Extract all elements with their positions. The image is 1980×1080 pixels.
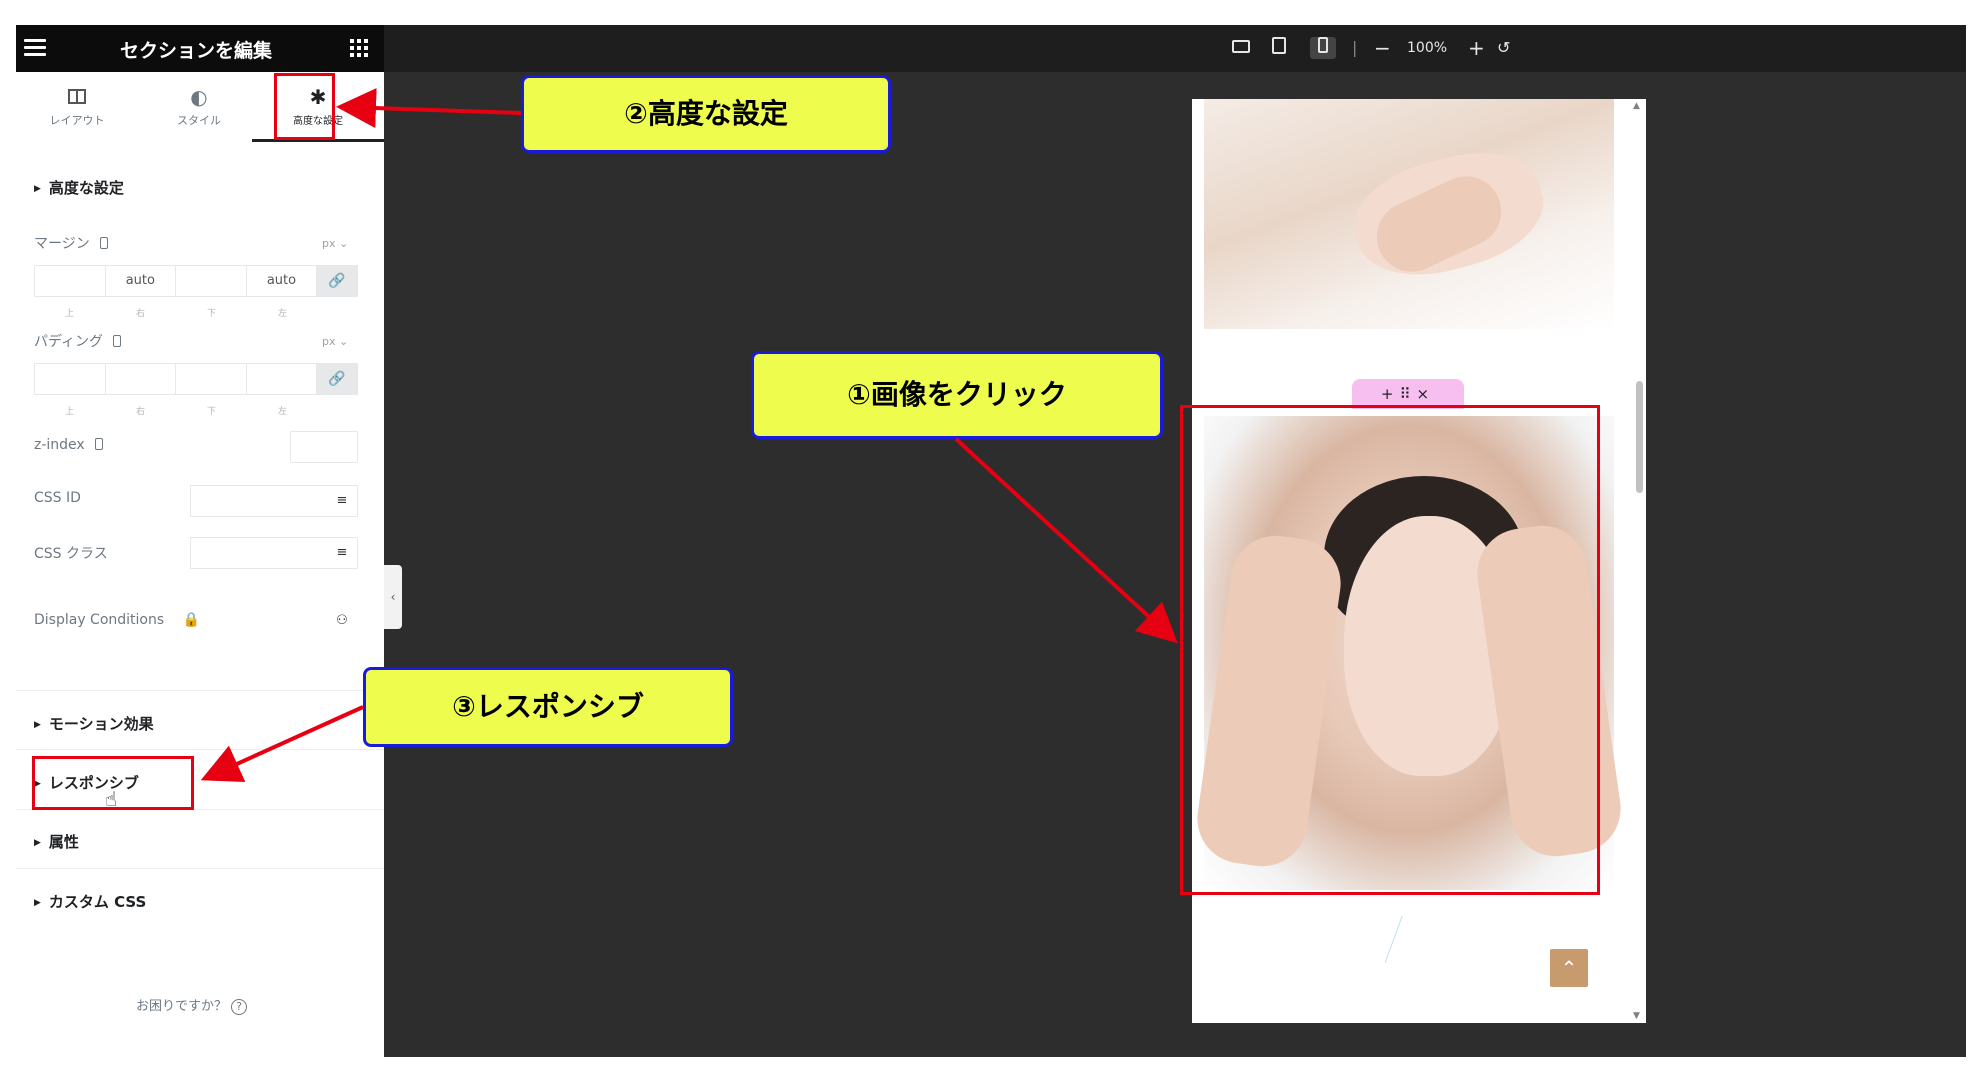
- tab-style[interactable]: ◐ スタイル: [138, 72, 260, 142]
- caret-right-icon: ▶: [34, 720, 41, 730]
- section-motion-effects[interactable]: ▶ モーション効果: [34, 713, 154, 734]
- dynamic-tags-icon[interactable]: ≡: [326, 485, 358, 517]
- close-icon[interactable]: ×: [1417, 385, 1436, 403]
- zindex-input[interactable]: [290, 431, 358, 463]
- toolbar-separator: |: [1352, 38, 1358, 57]
- side-label: 左: [277, 407, 287, 417]
- add-icon[interactable]: +: [1381, 385, 1400, 403]
- scroll-up-icon[interactable]: ▲: [1633, 101, 1640, 111]
- caret-down-icon: ▶: [34, 184, 41, 194]
- help-text: お困りですか？: [136, 999, 228, 1014]
- minus-icon[interactable]: −: [1374, 37, 1391, 59]
- link-values-icon[interactable]: 🔗: [317, 266, 357, 296]
- scrollbar-thumb[interactable]: [1636, 381, 1643, 493]
- caret-right-icon: ▶: [34, 838, 41, 848]
- section-title: 高度な設定: [48, 179, 124, 197]
- section-advanced-header[interactable]: ▶ 高度な設定: [34, 177, 124, 198]
- display-conditions-text: Display Conditions: [34, 612, 165, 628]
- preview-canvas: | − 100% + ↺ ‹ +⠿× ⌃ ▲ ▼: [384, 25, 1966, 1057]
- dynamic-tags-icon[interactable]: ≡: [326, 537, 358, 569]
- half-circle-icon: ◐: [190, 85, 208, 109]
- caret-right-icon: ▶: [34, 898, 41, 908]
- callout-step-2: ②高度な設定: [521, 75, 891, 153]
- mobile-device-icon[interactable]: [113, 335, 122, 347]
- padding-left-input[interactable]: [247, 364, 318, 394]
- section-title: カスタム CSS: [48, 893, 147, 911]
- margin-bottom-input[interactable]: [176, 266, 247, 296]
- margin-inputs: auto auto 🔗: [34, 265, 358, 297]
- hand-cursor-icon: ☝: [105, 787, 118, 811]
- editor-panel: セクションを編集 レイアウト ◐ スタイル ✱ 高度な設定 ▶ 高度な設定 マー…: [16, 25, 384, 1057]
- side-label: 上: [64, 407, 74, 417]
- highlight-advanced-tab: [274, 73, 335, 140]
- massage-image-top[interactable]: [1204, 99, 1614, 329]
- padding-inputs: 🔗: [34, 363, 358, 395]
- panel-header: セクションを編集: [16, 25, 384, 72]
- zindex-label-text: z-index: [34, 437, 85, 453]
- section-title: モーション効果: [48, 715, 154, 733]
- tab-label: スタイル: [177, 114, 221, 127]
- tab-layout[interactable]: レイアウト: [16, 72, 138, 142]
- margin-top-input[interactable]: [35, 266, 106, 296]
- section-attributes[interactable]: ▶ 属性: [34, 831, 79, 852]
- help-link[interactable]: お困りですか？?: [136, 995, 248, 1015]
- desktop-icon[interactable]: [1232, 37, 1250, 59]
- divider: [16, 749, 384, 750]
- side-label: 下: [206, 407, 216, 417]
- css-class-label: CSS クラス: [34, 546, 108, 562]
- padding-label-text: パディング: [34, 334, 104, 350]
- undo-icon[interactable]: ↺: [1497, 37, 1510, 59]
- side-label: 左: [277, 309, 287, 319]
- lock-icon: 🔒: [182, 612, 201, 628]
- margin-label-text: マージン: [34, 236, 90, 252]
- section-title: 属性: [48, 833, 79, 851]
- mobile-icon[interactable]: [1310, 37, 1336, 59]
- margin-right-input[interactable]: auto: [106, 266, 177, 296]
- scroll-to-top-button[interactable]: ⌃: [1550, 949, 1588, 987]
- padding-unit-select[interactable]: px ⌄: [322, 335, 348, 348]
- padding-side-labels: 上 右 下 左: [34, 404, 358, 417]
- drag-icon[interactable]: ⠿: [1400, 385, 1417, 403]
- section-custom-css[interactable]: ▶ カスタム CSS: [34, 891, 146, 912]
- responsive-toolbar: | − 100% + ↺: [384, 25, 1966, 72]
- widgets-grid-icon[interactable]: [350, 39, 368, 57]
- link-values-icon[interactable]: 🔗: [317, 364, 357, 394]
- side-label: 右: [135, 407, 145, 417]
- tablet-icon[interactable]: [1272, 37, 1286, 59]
- margin-label: マージン: [34, 233, 108, 253]
- margin-left-input[interactable]: auto: [247, 266, 318, 296]
- margin-unit-select[interactable]: px ⌄: [322, 237, 348, 250]
- unit-text: px: [322, 237, 336, 250]
- padding-bottom-input[interactable]: [176, 364, 247, 394]
- side-label: 上: [64, 309, 74, 319]
- zoom-level: 100%: [1407, 40, 1448, 56]
- padding-right-input[interactable]: [106, 364, 177, 394]
- mobile-device-icon[interactable]: [99, 237, 108, 249]
- sitemap-icon[interactable]: ⚇: [326, 605, 358, 637]
- highlight-selected-image: [1180, 405, 1600, 895]
- plus-icon[interactable]: +: [1468, 37, 1485, 59]
- display-conditions-label: Display Conditions 🔒: [34, 612, 200, 628]
- padding-label: パディング: [34, 331, 122, 351]
- question-icon: ?: [231, 999, 248, 1015]
- callout-step-1: ①画像をクリック: [751, 351, 1163, 439]
- hamburger-menu-icon[interactable]: [24, 39, 46, 57]
- scroll-down-icon[interactable]: ▼: [1633, 1011, 1640, 1021]
- zindex-label: z-index: [34, 437, 103, 453]
- callout-step-3: ③レスポンシブ: [363, 667, 733, 747]
- padding-top-input[interactable]: [35, 364, 106, 394]
- side-label: 下: [206, 309, 216, 319]
- unit-text: px: [322, 335, 336, 348]
- css-id-label: CSS ID: [34, 490, 81, 506]
- panel-title: セクションを編集: [120, 40, 273, 62]
- divider: [16, 690, 384, 691]
- decoration-leaf: [1384, 915, 1440, 977]
- tab-label: レイアウト: [49, 114, 105, 127]
- side-label: 右: [135, 309, 145, 319]
- columns-icon: [68, 89, 86, 104]
- margin-side-labels: 上 右 下 左: [34, 306, 358, 319]
- divider: [16, 868, 384, 869]
- mobile-device-icon[interactable]: [94, 438, 103, 450]
- panel-collapse-handle[interactable]: ‹: [384, 565, 402, 629]
